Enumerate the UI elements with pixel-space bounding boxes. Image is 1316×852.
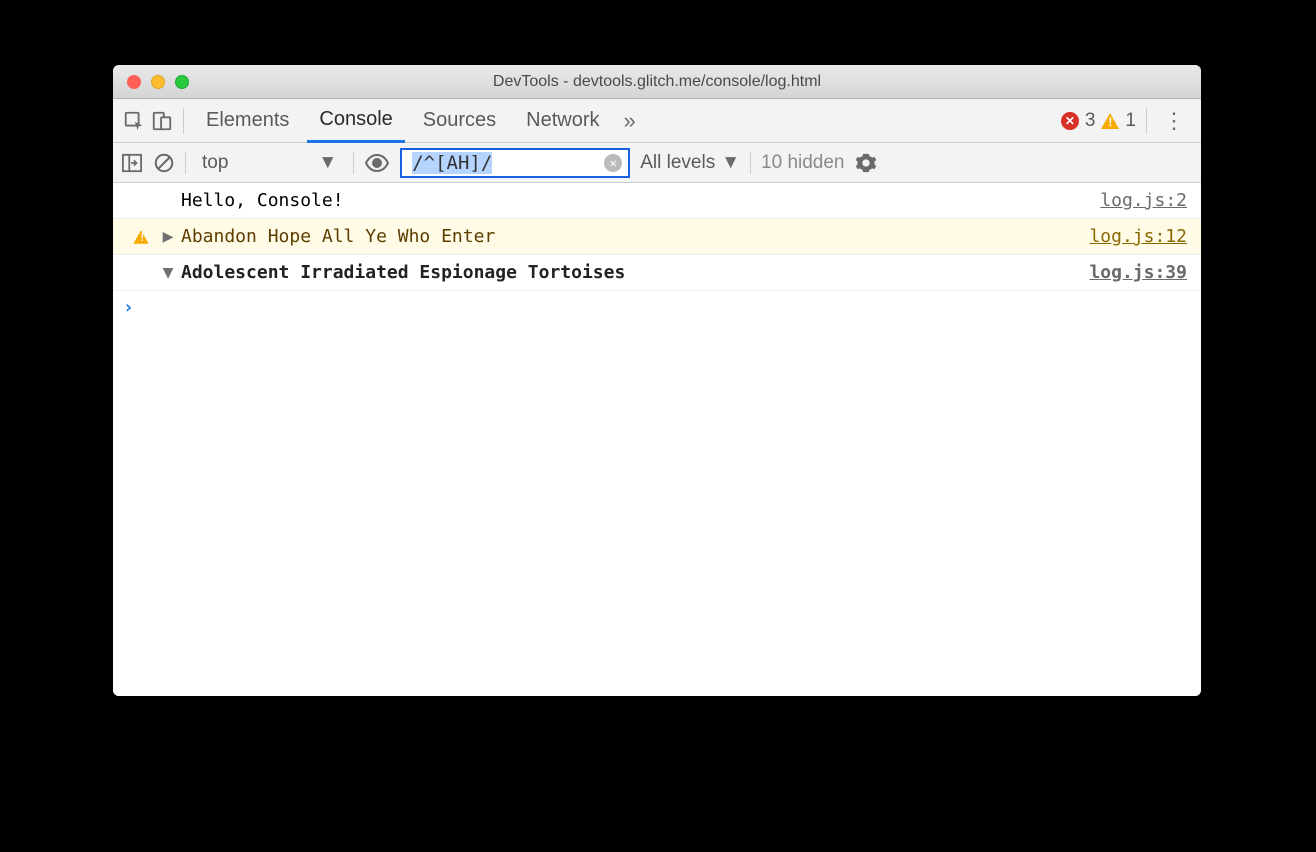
prompt-chevron-icon: › — [123, 297, 134, 318]
divider — [185, 152, 186, 174]
execution-context-selector[interactable]: top ▼ — [196, 150, 343, 176]
collapse-disclosure-icon[interactable]: ▼ — [159, 262, 177, 283]
error-count: 3 — [1085, 110, 1096, 132]
minimize-window-button[interactable] — [151, 75, 165, 89]
tab-console[interactable]: Console — [307, 100, 404, 143]
expand-disclosure-icon[interactable]: ▶ — [159, 226, 177, 247]
log-message: Hello, Console! — [177, 190, 1100, 211]
traffic-lights — [127, 75, 189, 89]
console-prompt-row[interactable]: › — [113, 291, 1201, 323]
console-sidebar-toggle-icon[interactable] — [121, 153, 143, 173]
live-expression-eye-icon[interactable] — [364, 154, 390, 172]
filter-text-field[interactable] — [500, 152, 596, 174]
console-output: Hello, Console! log.js:2 ▶ Abandon Hope … — [113, 183, 1201, 696]
row-gutter — [123, 229, 159, 245]
console-log-row: Hello, Console! log.js:2 — [113, 183, 1201, 219]
clear-console-icon[interactable] — [153, 152, 175, 174]
devtools-window: DevTools - devtools.glitch.me/console/lo… — [113, 65, 1201, 696]
warning-count: 1 — [1125, 110, 1136, 132]
devtools-tabbar: Elements Console Sources Network » 3 1 ⋮ — [113, 99, 1201, 143]
console-filter-input[interactable]: /^[AH]/ ✕ — [400, 148, 630, 178]
log-source-link[interactable]: log.js:12 — [1089, 226, 1187, 247]
more-tabs-icon[interactable]: » — [618, 108, 642, 134]
device-toolbar-icon[interactable] — [151, 110, 173, 132]
dropdown-triangle-icon: ▼ — [318, 152, 337, 174]
filter-text-selected: /^[AH]/ — [412, 152, 492, 174]
levels-label: All levels — [640, 152, 715, 174]
log-level-selector[interactable]: All levels ▼ — [640, 152, 740, 174]
maximize-window-button[interactable] — [175, 75, 189, 89]
window-title: DevTools - devtools.glitch.me/console/lo… — [113, 73, 1201, 91]
console-group-row: ▼ Adolescent Irradiated Espionage Tortoi… — [113, 255, 1201, 291]
error-badge-icon — [1061, 112, 1079, 130]
tab-elements[interactable]: Elements — [194, 99, 301, 142]
inspect-element-icon[interactable] — [123, 110, 145, 132]
divider — [1146, 108, 1147, 134]
divider — [353, 152, 354, 174]
settings-menu-icon[interactable]: ⋮ — [1157, 108, 1191, 134]
divider — [750, 152, 751, 174]
log-source-link[interactable]: log.js:39 — [1089, 262, 1187, 283]
warning-icon — [133, 230, 148, 244]
log-message: Abandon Hope All Ye Who Enter — [177, 226, 1089, 247]
console-warning-row: ▶ Abandon Hope All Ye Who Enter log.js:1… — [113, 219, 1201, 255]
console-settings-gear-icon[interactable] — [855, 152, 877, 174]
dropdown-triangle-icon: ▼ — [721, 152, 740, 174]
clear-filter-icon[interactable]: ✕ — [604, 154, 622, 172]
status-counts[interactable]: 3 1 — [1061, 110, 1136, 132]
close-window-button[interactable] — [127, 75, 141, 89]
log-message: Adolescent Irradiated Espionage Tortoise… — [177, 262, 1089, 283]
console-toolbar: top ▼ /^[AH]/ ✕ All levels ▼ 10 hidden — [113, 143, 1201, 183]
tab-sources[interactable]: Sources — [411, 99, 508, 142]
divider — [183, 108, 184, 134]
log-source-link[interactable]: log.js:2 — [1100, 190, 1187, 211]
context-label: top — [202, 152, 228, 174]
warning-badge-icon — [1101, 113, 1119, 129]
tab-network[interactable]: Network — [514, 99, 611, 142]
window-titlebar: DevTools - devtools.glitch.me/console/lo… — [113, 65, 1201, 99]
hidden-messages-count[interactable]: 10 hidden — [761, 152, 844, 174]
